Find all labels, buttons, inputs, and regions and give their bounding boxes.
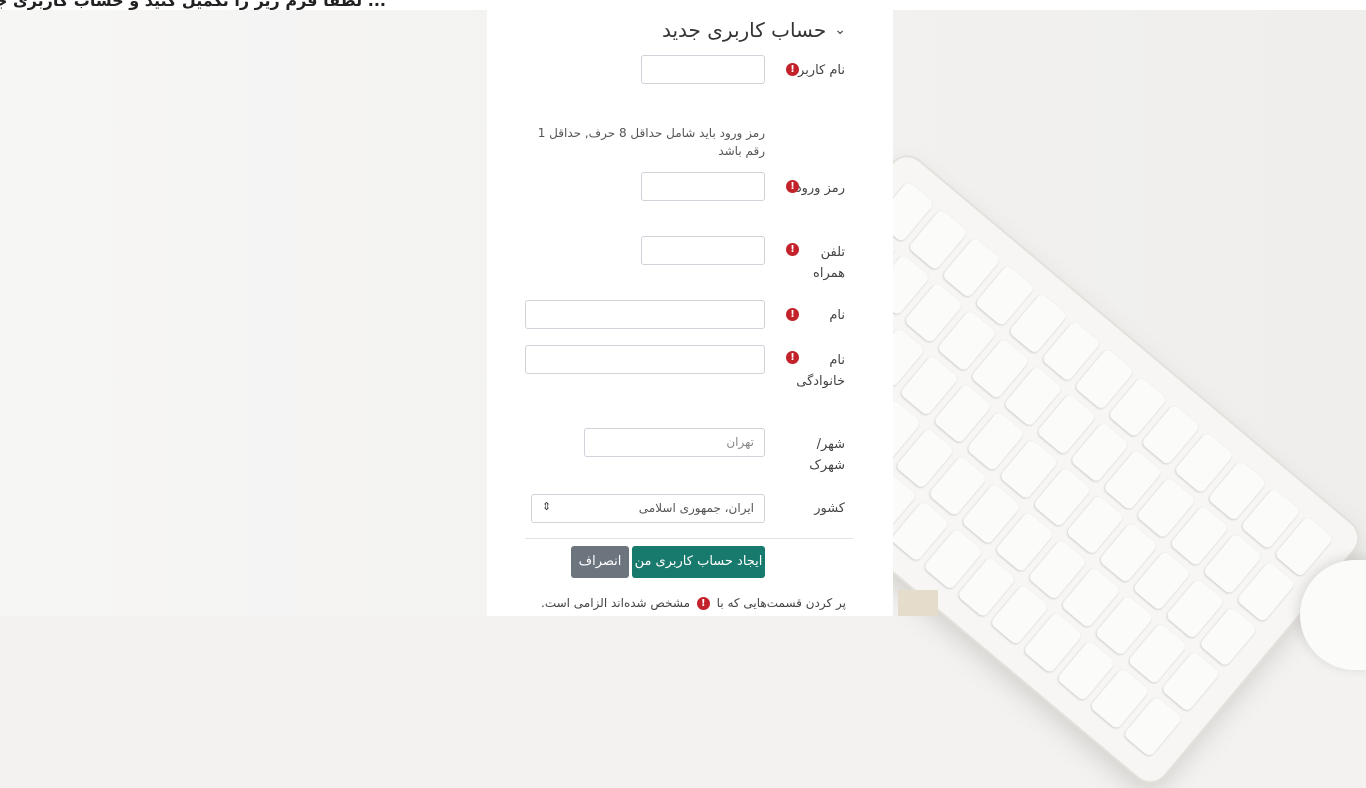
firstname-input[interactable] bbox=[525, 300, 765, 329]
required-note: پر کردن قسمت‌هایی که با ! مشخص شده‌اند ا… bbox=[541, 596, 846, 610]
required-note-after: مشخص شده‌اند الزامی است. bbox=[541, 596, 690, 610]
country-label: کشور bbox=[814, 501, 845, 516]
cancel-button[interactable]: انصراف bbox=[571, 546, 629, 578]
section-title: حساب کاربری جدید bbox=[661, 18, 827, 42]
country-select[interactable]: ایران، جمهوری اسلامی ⇕ bbox=[531, 494, 765, 523]
section-header[interactable]: ⌄ حساب کاربری جدید bbox=[662, 18, 846, 42]
required-icon: ! bbox=[786, 180, 799, 193]
password-input[interactable] bbox=[641, 172, 765, 201]
top-banner-text: ... لطفاً فرم زیر را تکمیل کنید و حساب ک… bbox=[0, 0, 386, 10]
required-icon: ! bbox=[696, 597, 710, 610]
required-icon: ! bbox=[786, 243, 799, 256]
select-arrow-icon: ⇕ bbox=[542, 500, 552, 513]
create-account-button[interactable]: ایجاد حساب کاربری من bbox=[632, 546, 765, 578]
lastname-input[interactable] bbox=[525, 345, 765, 374]
country-selected: ایران، جمهوری اسلامی bbox=[638, 501, 754, 515]
required-icon: ! bbox=[786, 308, 799, 321]
required-icon: ! bbox=[786, 63, 799, 76]
username-input[interactable] bbox=[641, 55, 765, 84]
chevron-down-icon[interactable]: ⌄ bbox=[834, 22, 846, 38]
signup-form-panel: ⌄ حساب کاربری جدید نام کاربری ! رمز ورود… bbox=[487, 0, 893, 616]
phone-input[interactable] bbox=[641, 236, 765, 265]
required-note-before: پر کردن قسمت‌هایی که با bbox=[716, 596, 846, 610]
required-icon: ! bbox=[786, 351, 799, 364]
city-input[interactable]: تهران bbox=[584, 428, 765, 457]
city-label: شهر/ شهرک bbox=[809, 437, 845, 473]
desk-corner bbox=[898, 590, 938, 616]
divider bbox=[525, 538, 853, 539]
password-hint: رمز ورود باید شامل حداقل 8 حرف, حداقل 1 … bbox=[537, 126, 765, 158]
